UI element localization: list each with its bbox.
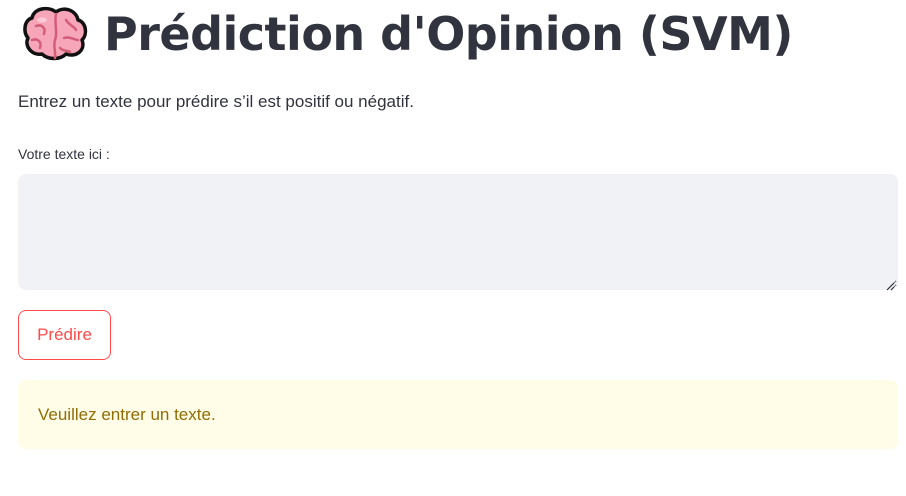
warning-alert: Veuillez entrer un texte. <box>18 380 898 449</box>
app-page: Prédiction d'Opinion (SVM) Entrez un tex… <box>0 0 906 496</box>
page-header: Prédiction d'Opinion (SVM) <box>22 2 793 66</box>
brain-icon <box>22 6 90 62</box>
text-input-label: Votre texte ici : <box>18 146 110 162</box>
resize-handle-icon[interactable] <box>885 278 895 291</box>
predict-button[interactable]: Prédire <box>18 310 111 360</box>
opinion-text-input[interactable] <box>18 174 898 290</box>
page-title: Prédiction d'Opinion (SVM) <box>104 7 793 61</box>
warning-message: Veuillez entrer un texte. <box>38 404 216 424</box>
page-subtitle: Entrez un texte pour prédire s’il est po… <box>18 92 414 111</box>
